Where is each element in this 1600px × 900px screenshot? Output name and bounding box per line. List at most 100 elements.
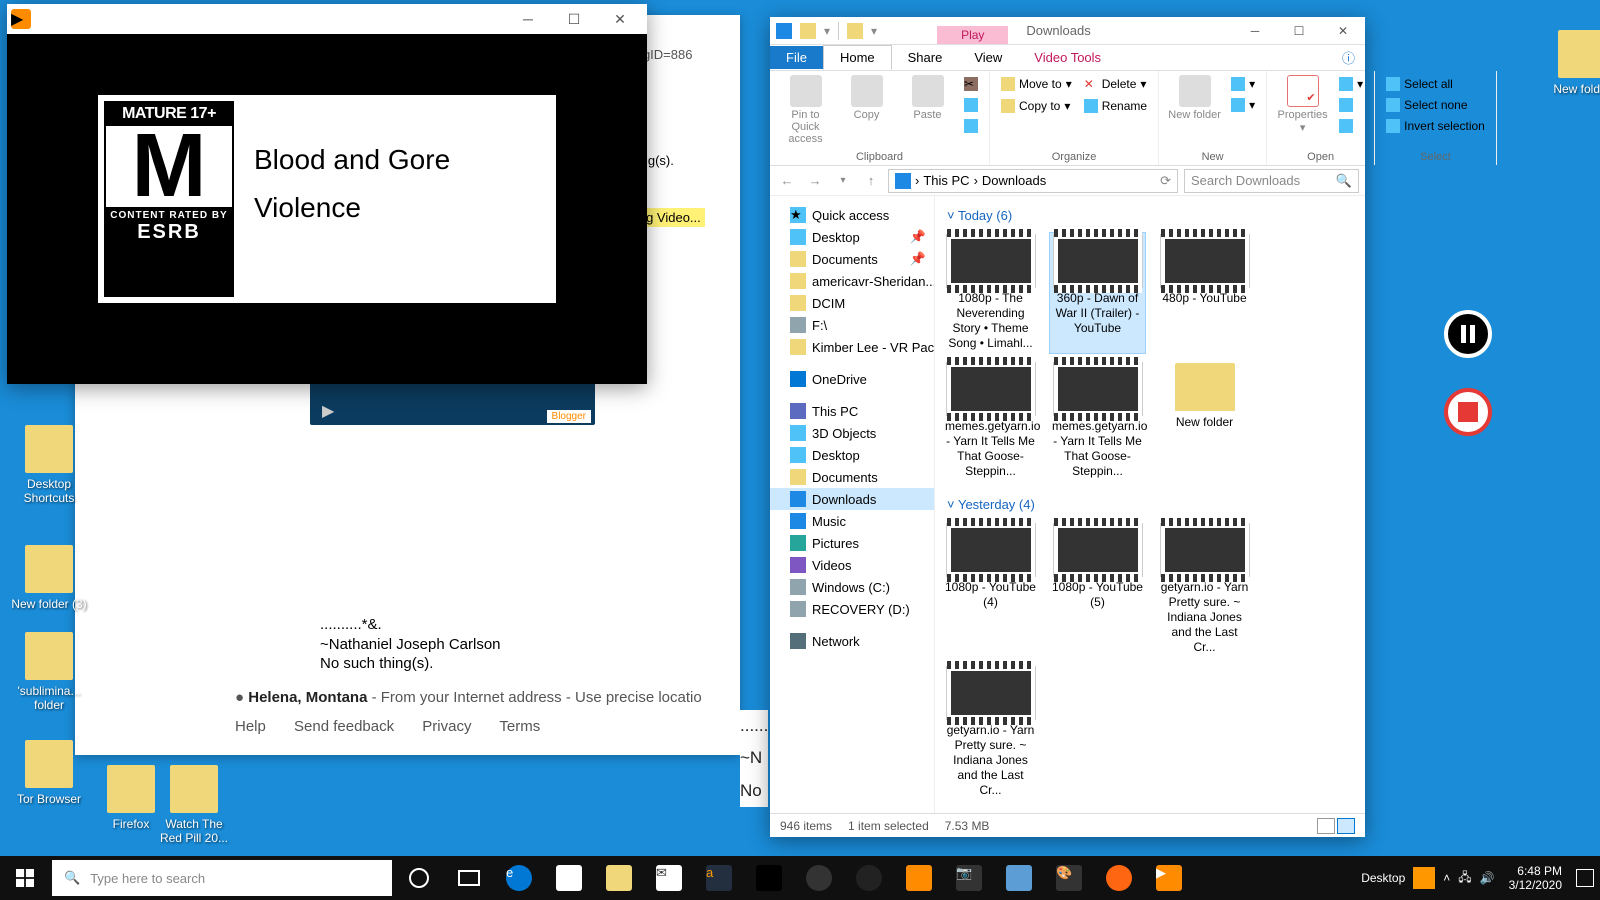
desktop-icon[interactable]: Desktop Shortcuts (10, 425, 88, 506)
paste-button[interactable]: Paste (900, 75, 955, 121)
sidebar-3dobjects[interactable]: 3D Objects (770, 422, 934, 444)
copypath-button[interactable] (961, 96, 981, 114)
file-area[interactable]: ˅ Today (6) 1080p - The Neverending Stor… (935, 196, 1365, 813)
sidebar-network[interactable]: Network (770, 630, 934, 652)
vlc-button[interactable] (894, 856, 944, 900)
file-item[interactable]: 360p - Dawn of War II (Trailer) - YouTub… (1050, 233, 1145, 353)
sidebar-documents2[interactable]: Documents (770, 466, 934, 488)
mediaplayer-button[interactable]: ▶ (1144, 856, 1194, 900)
file-item[interactable]: 1080p - The Neverending Story • Theme So… (943, 233, 1038, 353)
newfolder-button[interactable]: New folder (1167, 75, 1222, 121)
easyaccess-button[interactable]: ▾ (1228, 96, 1258, 114)
copy-button[interactable]: Copy (839, 75, 894, 121)
qat-icon-2[interactable] (800, 23, 816, 39)
sidebar-videos[interactable]: Videos (770, 554, 934, 576)
cortana-button[interactable] (394, 856, 444, 900)
explorer-close[interactable]: ✕ (1321, 17, 1365, 45)
recorder-pause-button[interactable] (1444, 310, 1492, 358)
sidebar-desktop2[interactable]: Desktop (770, 444, 934, 466)
pasteshortcut-button[interactable] (961, 117, 981, 135)
explorer-minimize[interactable]: ─ (1233, 17, 1277, 45)
recorder-stop-button[interactable] (1444, 388, 1492, 436)
tray-volume-icon[interactable]: 🔊 (1480, 871, 1495, 885)
sidebar-pictures[interactable]: Pictures (770, 532, 934, 554)
group-today[interactable]: ˅ Today (6) (939, 204, 1361, 227)
selectall-button[interactable]: Select all (1383, 75, 1488, 93)
sidebar-kimber[interactable]: Kimber Lee - VR Pac (770, 336, 934, 358)
desktop-icon[interactable]: New folder (3) (10, 545, 88, 611)
minimize-button[interactable]: ─ (505, 4, 551, 34)
media-player-titlebar[interactable]: ▶ ─ ☐ ✕ (7, 4, 647, 34)
sidebar-americavr[interactable]: americavr-Sheridan... (770, 270, 934, 292)
desktop-icon[interactable]: 'sublimina... folder (10, 632, 88, 713)
amazon-button[interactable]: a (694, 856, 744, 900)
view-details-icon[interactable] (1317, 818, 1335, 834)
recent-button[interactable]: ▾ (832, 170, 854, 192)
terms-link[interactable]: Terms (499, 718, 540, 735)
sidebar-quickaccess[interactable]: ★Quick access (770, 204, 934, 226)
file-item[interactable]: getyarn.io - Yarn Pretty sure. ~ Indiana… (943, 665, 1038, 800)
open-button[interactable]: ▾ (1336, 75, 1366, 93)
sidebar-documents[interactable]: Documents📌 (770, 248, 934, 270)
selectnone-button[interactable]: Select none (1383, 96, 1488, 114)
view-tiles-icon[interactable] (1337, 818, 1355, 834)
sidebar-music[interactable]: Music (770, 510, 934, 532)
pin-to-quickaccess-button[interactable]: Pin to Quick access (778, 75, 833, 145)
breadcrumb[interactable]: › This PC › Downloads ⟳ (888, 169, 1178, 193)
sidebar-thispc[interactable]: This PC (770, 400, 934, 422)
back-button[interactable]: ← (776, 170, 798, 192)
tab-file[interactable]: File (770, 46, 823, 69)
app-button-3[interactable] (994, 856, 1044, 900)
invertselection-button[interactable]: Invert selection (1383, 117, 1488, 135)
sidebar-downloads[interactable]: Downloads (770, 488, 934, 510)
explorer-maximize[interactable]: ☐ (1277, 17, 1321, 45)
edge-button[interactable]: e (494, 856, 544, 900)
cut-button[interactable]: ✂ (961, 75, 981, 93)
camera-button[interactable]: 📷 (944, 856, 994, 900)
desktop-icon[interactable]: Watch The Red Pill 20... (155, 765, 233, 846)
crumb-thispc[interactable]: This PC (923, 173, 969, 188)
ribbon-help-icon[interactable]: ⓘ (1332, 48, 1365, 67)
file-item[interactable]: 1080p - YouTube (4) (943, 522, 1038, 657)
fileexplorer-button[interactable] (594, 856, 644, 900)
video-tools-play-tab[interactable]: Play (937, 26, 1008, 44)
sidebar-fdrive[interactable]: F:\ (770, 314, 934, 336)
close-button[interactable]: ✕ (597, 4, 643, 34)
paint-button[interactable]: 🎨 (1044, 856, 1094, 900)
file-item[interactable]: memes.getyarn.io - Yarn It Tells Me That… (1050, 361, 1145, 481)
sidebar-desktop[interactable]: Desktop📌 (770, 226, 934, 248)
file-item[interactable]: 480p - YouTube (1157, 233, 1252, 353)
start-button[interactable] (0, 856, 50, 900)
app-button-1[interactable] (794, 856, 844, 900)
tripadvisor-button[interactable] (744, 856, 794, 900)
desktop-icon[interactable]: Tor Browser (10, 740, 88, 806)
tab-home[interactable]: Home (823, 45, 892, 70)
group-yesterday[interactable]: ˅ Yesterday (4) (939, 493, 1361, 516)
sidebar-cdrive[interactable]: Windows (C:) (770, 576, 934, 598)
tray-app-icon[interactable] (1413, 867, 1435, 889)
help-link[interactable]: Help (235, 718, 266, 735)
tab-video-tools[interactable]: Video Tools (1018, 46, 1117, 69)
file-item[interactable]: 1080p - YouTube (5) (1050, 522, 1145, 657)
taskbar-search[interactable]: 🔍 Type here to search (52, 860, 392, 896)
tray-chevron-icon[interactable]: ˄ (1443, 871, 1450, 885)
firefox-button[interactable] (1094, 856, 1144, 900)
rename-button[interactable]: Rename (1081, 97, 1150, 115)
sidebar-onedrive[interactable]: OneDrive (770, 368, 934, 390)
qat-icon-1[interactable] (776, 23, 792, 39)
file-item[interactable]: memes.getyarn.io - Yarn It Tells Me That… (943, 361, 1038, 481)
delete-button[interactable]: ✕Delete ▾ (1081, 75, 1150, 93)
store-button[interactable] (544, 856, 594, 900)
tray-desktop-label[interactable]: Desktop (1361, 871, 1405, 885)
sidebar-ddrive[interactable]: RECOVERY (D:) (770, 598, 934, 620)
maximize-button[interactable]: ☐ (551, 4, 597, 34)
copyto-button[interactable]: Copy to ▾ (998, 97, 1075, 115)
up-button[interactable]: ↑ (860, 170, 882, 192)
sidebar-dcim[interactable]: DCIM (770, 292, 934, 314)
tab-share[interactable]: Share (892, 46, 959, 69)
properties-button[interactable]: ✔Properties▾ (1275, 75, 1330, 134)
desktop-icon[interactable]: New folder (1543, 30, 1600, 96)
privacy-link[interactable]: Privacy (422, 718, 471, 735)
file-item[interactable]: getyarn.io - Yarn Pretty sure. ~ Indiana… (1157, 522, 1252, 657)
taskview-button[interactable] (444, 856, 494, 900)
